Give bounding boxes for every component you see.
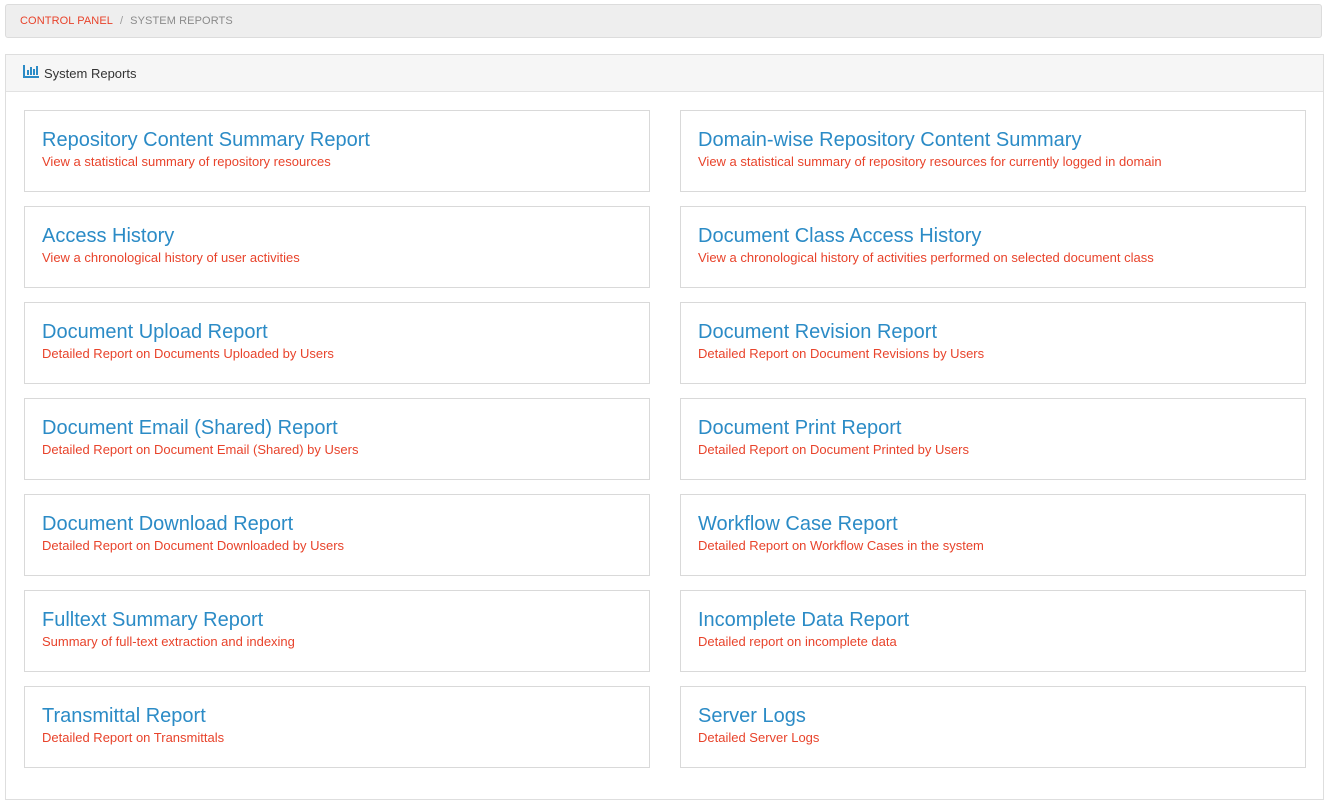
panel-header: System Reports <box>6 55 1323 92</box>
report-description: Detailed Report on Document Downloaded b… <box>42 538 345 553</box>
report-card-repository-content-summary[interactable]: Repository Content Summary Report View a… <box>24 110 650 192</box>
panel-title: System Reports <box>44 65 137 81</box>
report-title[interactable]: Transmittal Report <box>42 703 632 729</box>
report-title[interactable]: Document Print Report <box>698 415 1288 441</box>
breadcrumb: CONTROL PANEL / SYSTEM REPORTS <box>5 4 1322 38</box>
report-title[interactable]: Document Upload Report <box>42 319 632 345</box>
report-card-domain-wise-repository-content-summary[interactable]: Domain-wise Repository Content Summary V… <box>680 110 1306 192</box>
report-description: View a chronological history of user act… <box>42 250 300 265</box>
report-card-document-revision[interactable]: Document Revision Report Detailed Report… <box>680 302 1306 384</box>
report-description: Summary of full-text extraction and inde… <box>42 634 295 649</box>
report-description: Detailed report on incomplete data <box>698 634 897 649</box>
report-description: Detailed Report on Document Printed by U… <box>698 442 969 457</box>
report-description: Detailed Server Logs <box>698 730 820 745</box>
report-title[interactable]: Fulltext Summary Report <box>42 607 632 633</box>
report-card-document-email-shared[interactable]: Document Email (Shared) Report Detailed … <box>24 398 650 480</box>
report-card-document-download[interactable]: Document Download Report Detailed Report… <box>24 494 650 576</box>
report-card-document-print[interactable]: Document Print Report Detailed Report on… <box>680 398 1306 480</box>
report-title[interactable]: Server Logs <box>698 703 1288 729</box>
report-title[interactable]: Document Email (Shared) Report <box>42 415 632 441</box>
report-title[interactable]: Access History <box>42 223 632 249</box>
breadcrumb-control-panel-link[interactable]: CONTROL PANEL <box>20 15 113 27</box>
report-description: View a statistical summary of repository… <box>42 154 331 169</box>
report-card-incomplete-data[interactable]: Incomplete Data Report Detailed report o… <box>680 590 1306 672</box>
bar-chart-icon <box>23 64 44 81</box>
reports-grid: Repository Content Summary Report View a… <box>24 110 1306 768</box>
report-card-fulltext-summary[interactable]: Fulltext Summary Report Summary of full-… <box>24 590 650 672</box>
report-title[interactable]: Incomplete Data Report <box>698 607 1288 633</box>
report-card-workflow-case[interactable]: Workflow Case Report Detailed Report on … <box>680 494 1306 576</box>
report-description: Detailed Report on Transmittals <box>42 730 225 745</box>
report-title[interactable]: Repository Content Summary Report <box>42 127 632 153</box>
report-card-access-history[interactable]: Access History View a chronological hist… <box>24 206 650 288</box>
report-title[interactable]: Domain-wise Repository Content Summary <box>698 127 1288 153</box>
report-description: Detailed Report on Document Revisions by… <box>698 346 985 361</box>
report-card-document-upload[interactable]: Document Upload Report Detailed Report o… <box>24 302 650 384</box>
report-description: Detailed Report on Document Email (Share… <box>42 442 359 457</box>
breadcrumb-current: SYSTEM REPORTS <box>130 15 233 27</box>
report-card-server-logs[interactable]: Server Logs Detailed Server Logs <box>680 686 1306 768</box>
report-title[interactable]: Document Class Access History <box>698 223 1288 249</box>
report-title[interactable]: Workflow Case Report <box>698 511 1288 537</box>
report-description: View a chronological history of activiti… <box>698 250 1154 265</box>
report-title[interactable]: Document Download Report <box>42 511 632 537</box>
report-description: View a statistical summary of repository… <box>698 154 1162 169</box>
report-card-document-class-access-history[interactable]: Document Class Access History View a chr… <box>680 206 1306 288</box>
system-reports-panel: System Reports Repository Content Summar… <box>5 54 1324 800</box>
report-description: Detailed Report on Documents Uploaded by… <box>42 346 334 361</box>
breadcrumb-separator: / <box>120 15 124 27</box>
report-title[interactable]: Document Revision Report <box>698 319 1288 345</box>
report-card-transmittal[interactable]: Transmittal Report Detailed Report on Tr… <box>24 686 650 768</box>
report-description: Detailed Report on Workflow Cases in the… <box>698 538 984 553</box>
